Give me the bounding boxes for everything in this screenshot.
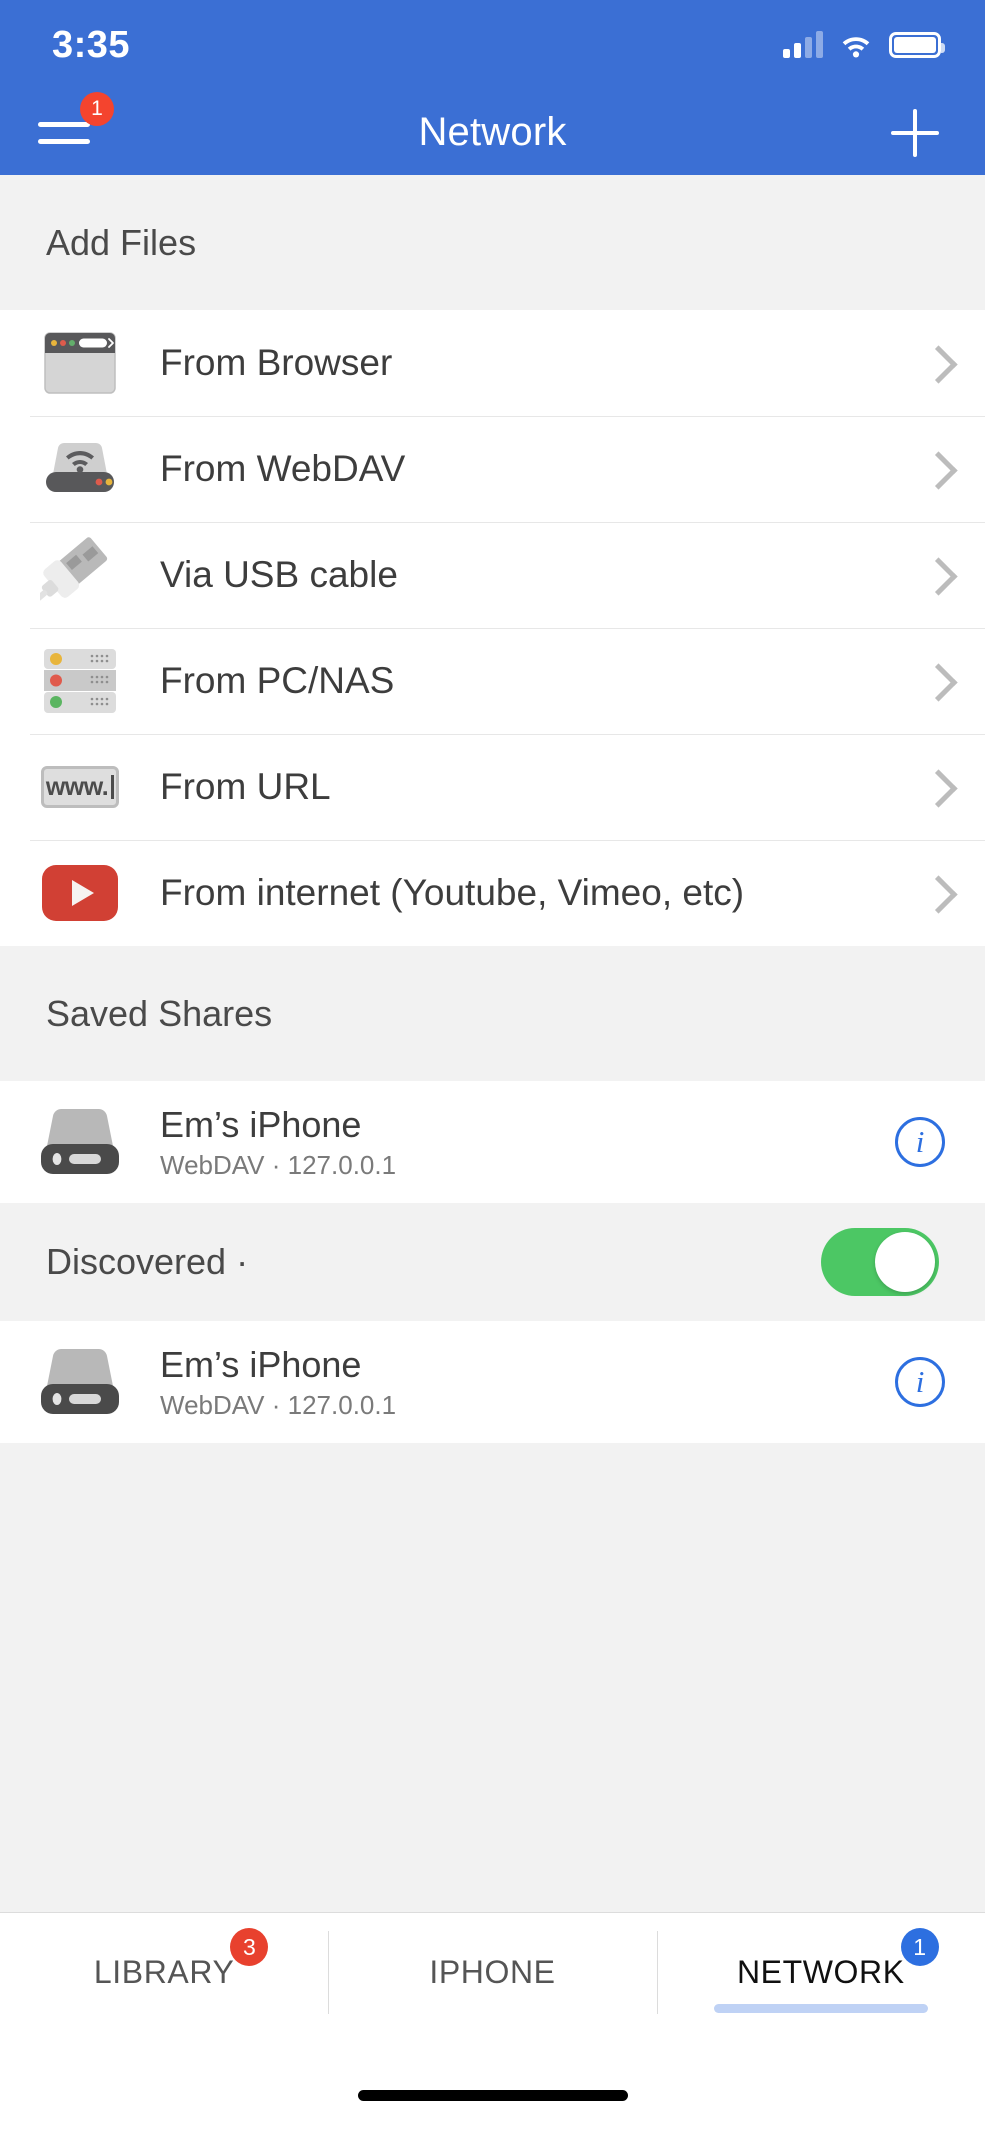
chevron-right-icon bbox=[923, 344, 945, 382]
info-circle-icon[interactable]: i bbox=[895, 1357, 945, 1407]
browser-window-icon bbox=[30, 323, 130, 403]
toggle-knob bbox=[875, 1232, 935, 1292]
list-item-from-browser[interactable]: From Browser bbox=[0, 310, 985, 416]
navigation-bar: 1 Network bbox=[0, 90, 985, 175]
external-drive-icon bbox=[30, 1104, 130, 1180]
list-item-from-webdav[interactable]: From WebDAV bbox=[0, 416, 985, 522]
chevron-right-icon bbox=[923, 556, 945, 594]
saved-share-title: Em’s iPhone bbox=[160, 1103, 362, 1145]
chevron-right-icon bbox=[923, 662, 945, 700]
list-item-from-pc-nas[interactable]: From PC/NAS bbox=[0, 628, 985, 734]
tab-library[interactable]: LIBRARY 3 bbox=[0, 1913, 328, 2032]
tab-network-badge: 1 bbox=[900, 1928, 939, 1966]
menu-badge: 1 bbox=[80, 91, 114, 126]
battery-full-icon bbox=[889, 32, 945, 58]
saved-share-subtitle: WebDAV · 127.0.0.1 bbox=[160, 1149, 397, 1180]
url-address-icon: www. bbox=[30, 747, 130, 827]
discovered-share-subtitle: WebDAV · 127.0.0.1 bbox=[160, 1389, 397, 1420]
main-content: Add Files From Browser From WebDAV Via U… bbox=[0, 175, 985, 1912]
usb-cable-icon bbox=[30, 535, 130, 615]
page-title: Network bbox=[418, 110, 567, 154]
tab-network-label: NETWORK bbox=[736, 1954, 905, 1990]
discovered-share-text: Em’s iPhone WebDAV · 127.0.0.1 bbox=[160, 1344, 396, 1421]
list-item-via-usb-cable[interactable]: Via USB cable bbox=[0, 522, 985, 628]
bottom-tab-bar: LIBRARY 3 IPHONE NETWORK 1 bbox=[0, 1912, 985, 2032]
list-item-label: From PC/NAS bbox=[160, 660, 395, 701]
external-drive-icon bbox=[30, 1344, 130, 1420]
status-bar: 3:35 bbox=[0, 0, 985, 90]
section-header-saved-shares: Saved Shares bbox=[0, 946, 985, 1081]
nas-server-icon bbox=[30, 641, 130, 721]
home-indicator[interactable] bbox=[357, 2089, 628, 2101]
webdav-drive-icon bbox=[30, 429, 130, 509]
home-indicator-area bbox=[0, 2032, 985, 2132]
list-item-label: From internet (Youtube, Vimeo, etc) bbox=[160, 872, 745, 913]
section-header-discovered: Discovered · bbox=[0, 1203, 985, 1321]
list-item-label: From URL bbox=[160, 766, 331, 807]
section-header-add-files: Add Files bbox=[0, 175, 985, 310]
discovered-toggle[interactable] bbox=[821, 1228, 939, 1296]
status-bar-indicators bbox=[783, 31, 945, 58]
list-item-label: Via USB cable bbox=[160, 554, 398, 595]
content-filler bbox=[0, 1443, 985, 1912]
youtube-play-icon bbox=[30, 853, 130, 933]
tab-iphone-label: IPHONE bbox=[429, 1954, 556, 1990]
list-item-label: From WebDAV bbox=[160, 448, 406, 489]
tab-active-underline bbox=[713, 2004, 928, 2013]
app-screen: 3:35 1 Network Add Files From Browser Fr… bbox=[0, 0, 985, 2132]
tab-network[interactable]: NETWORK 1 bbox=[656, 1913, 985, 2032]
tab-library-label: LIBRARY bbox=[93, 1954, 235, 1990]
tab-iphone[interactable]: IPHONE bbox=[328, 1913, 656, 2032]
cellular-signal-icon bbox=[783, 31, 823, 58]
hamburger-menu-icon[interactable]: 1 bbox=[38, 91, 124, 164]
saved-share-row[interactable]: Em’s iPhone WebDAV · 127.0.0.1 i bbox=[0, 1081, 985, 1203]
tab-library-badge: 3 bbox=[230, 1928, 269, 1966]
discovered-label: Discovered · bbox=[46, 1241, 249, 1282]
saved-share-text: Em’s iPhone WebDAV · 127.0.0.1 bbox=[160, 1104, 396, 1181]
wifi-icon bbox=[839, 32, 873, 58]
list-item-from-internet[interactable]: From internet (Youtube, Vimeo, etc) bbox=[0, 840, 985, 946]
discovered-share-title: Em’s iPhone bbox=[160, 1343, 362, 1385]
info-circle-icon[interactable]: i bbox=[895, 1117, 945, 1167]
plus-icon[interactable] bbox=[885, 103, 945, 163]
chevron-right-icon bbox=[923, 874, 945, 912]
list-item-from-url[interactable]: www. From URL bbox=[0, 734, 985, 840]
url-icon-text: www. bbox=[45, 772, 109, 801]
chevron-right-icon bbox=[923, 450, 945, 488]
status-bar-clock: 3:35 bbox=[52, 23, 131, 66]
list-item-label: From Browser bbox=[160, 342, 393, 383]
chevron-right-icon bbox=[923, 768, 945, 806]
discovered-share-row[interactable]: Em’s iPhone WebDAV · 127.0.0.1 i bbox=[0, 1321, 985, 1443]
